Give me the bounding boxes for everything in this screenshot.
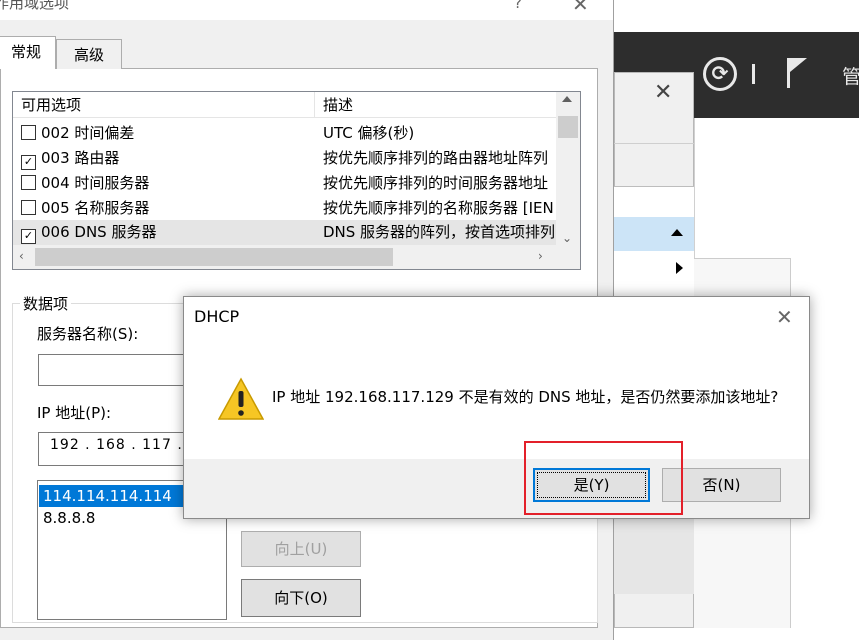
scroll-thumb-horizontal[interactable] [35,248,393,266]
checkbox[interactable] [21,125,36,140]
move-down-button[interactable]: 向下(O) [241,579,361,617]
message-box-title: DHCP [194,307,240,326]
column-header-description[interactable]: 描述 [315,92,556,118]
dialog-title: 作用域选项 [0,0,70,12]
option-name: 005 名称服务器 [41,199,150,217]
list-item[interactable]: 004 时间服务器 按优先顺序排列的时间服务器地址 [13,171,556,196]
scroll-thumb[interactable] [558,116,578,138]
list-item[interactable]: ✓ 003 路由器 按优先顺序排列的路由器地址阵列 [13,146,556,171]
scroll-right-icon[interactable]: › [538,249,543,263]
manage-menu[interactable]: 管 [842,62,859,89]
option-description: 按优先顺序排列的路由器地址阵列 [323,149,549,167]
scroll-left-icon[interactable]: ‹ [19,249,24,263]
column-header-option[interactable]: 可用选项 [13,92,315,118]
ip-list-item-selected[interactable]: 114.114.114.114 [39,485,184,507]
option-description: DNS 服务器的阵列，按首选项排列 [323,223,556,241]
divider [614,143,694,144]
checkbox[interactable] [21,175,36,190]
collapse-arrow-icon[interactable] [671,229,683,236]
scroll-down-icon[interactable]: ⌄ [562,231,572,245]
server-name-input[interactable] [38,354,198,386]
flag-icon[interactable] [785,58,807,88]
list-item[interactable]: 005 名称服务器 按优先顺序排列的名称服务器 [IEN [13,196,556,221]
checkbox[interactable] [21,200,36,215]
ip-list-item[interactable]: 8.8.8.8 [39,507,184,529]
ip-address-label: IP 地址(P): [37,404,112,422]
checkbox-checked[interactable]: ✓ [21,229,36,244]
option-description: 按优先顺序排列的时间服务器地址 [323,174,549,192]
close-icon[interactable]: ✕ [776,305,793,329]
warning-icon [218,377,264,420]
tab-general[interactable]: 常规 [0,36,56,69]
close-icon[interactable]: ✕ [654,80,672,105]
help-icon[interactable]: ? [514,0,522,12]
option-name: 006 DNS 服务器 [41,223,157,241]
option-description: UTC 偏移(秒) [323,124,415,142]
option-name: 004 时间服务器 [41,174,150,192]
list-item[interactable]: 002 时间偏差 UTC 偏移(秒) [13,121,556,146]
option-name: 002 时间偏差 [41,124,135,142]
move-up-button[interactable]: 向上(U) [241,531,361,567]
checkbox-checked[interactable]: ✓ [21,155,36,170]
group-label: 数据项 [20,293,72,314]
expand-arrow-icon[interactable] [676,262,683,274]
option-description: 按优先顺序排列的名称服务器 [IEN [323,199,554,217]
vertical-scrollbar[interactable] [556,92,580,245]
list-item-selected[interactable]: ✓ 006 DNS 服务器 DNS 服务器的阵列，按首选项排列 [13,220,556,245]
tab-advanced[interactable]: 高级 [56,39,122,69]
toolbar-separator [752,64,755,84]
server-name-label: 服务器名称(S): [37,325,139,343]
ip-address-value: 192 . 168 . 117 . [50,437,183,453]
scroll-up-icon[interactable] [562,96,572,102]
option-name: 003 路由器 [41,149,120,167]
refresh-icon[interactable]: ⟳ [703,57,737,91]
red-highlight-box [524,441,683,515]
message-text: IP 地址 192.168.117.129 不是有效的 DNS 地址，是否仍然要… [272,388,779,406]
close-icon[interactable]: ✕ [572,0,589,16]
